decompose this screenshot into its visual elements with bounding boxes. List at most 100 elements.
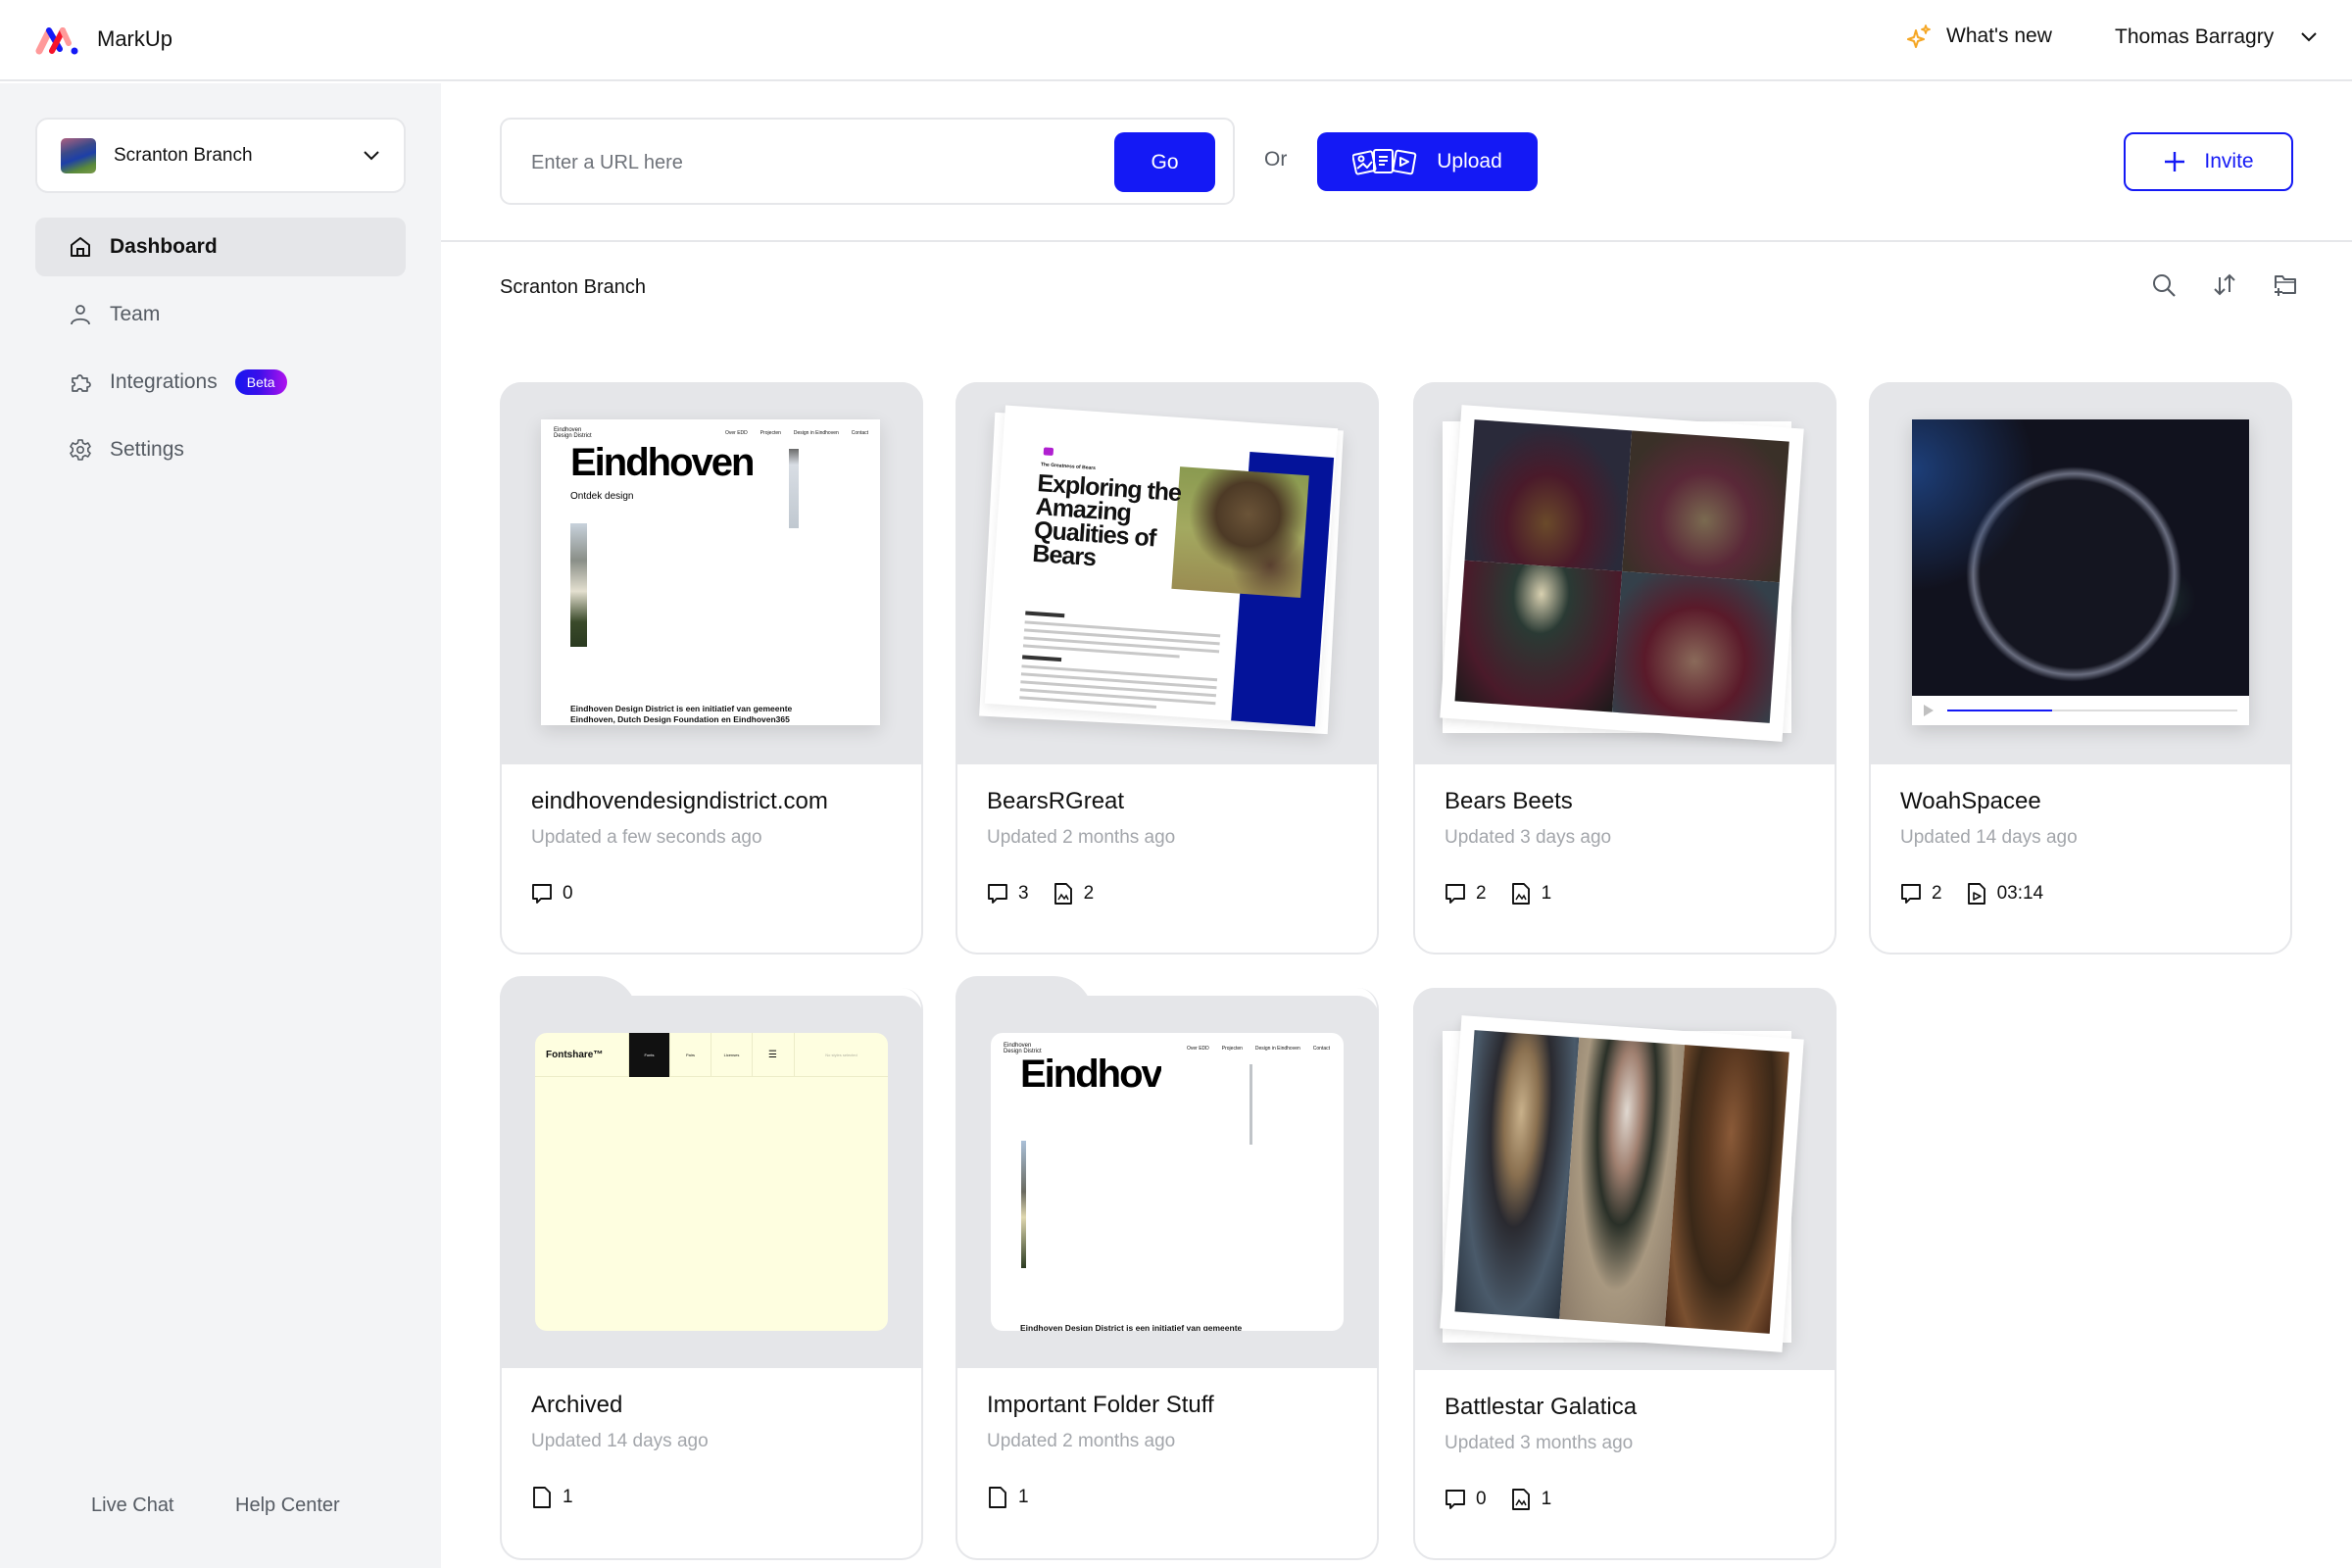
comment-icon — [1445, 882, 1466, 906]
image-file-icon — [1510, 882, 1532, 906]
whats-new-link[interactable]: What's new — [1907, 24, 2052, 49]
divider — [441, 240, 2352, 242]
app-name: MarkUp — [97, 26, 173, 51]
sort-icon[interactable] — [2212, 272, 2237, 298]
comment-count: 3 — [1018, 883, 1029, 904]
card-stats: 0 — [531, 882, 573, 906]
card-updated: Updated 2 months ago — [987, 1431, 1176, 1451]
card-thumbnail — [1413, 988, 1837, 1370]
sidebar-item-dashboard[interactable]: Dashboard — [35, 218, 406, 276]
card-title: BearsRGreat — [987, 788, 1125, 814]
sidebar-item-settings[interactable]: Settings — [35, 420, 406, 479]
workspace-name: Scranton Branch — [114, 144, 253, 166]
card-stats: 2 03:14 — [1900, 882, 2043, 906]
chevron-down-icon — [2301, 32, 2317, 42]
puzzle-icon — [72, 374, 91, 392]
website-preview: Eindhoven Design District Over EDD Project… — [541, 419, 880, 725]
workspace-selector[interactable]: Scranton Branch — [35, 118, 406, 193]
new-folder-icon[interactable] — [2273, 272, 2298, 298]
beta-badge: Beta — [234, 369, 287, 395]
comment-count: 0 — [1476, 1489, 1487, 1509]
card-woahspacee[interactable]: WoahSpacee Updated 14 days ago 2 03:14 — [1869, 382, 2292, 955]
card-battlestar-galatica[interactable]: Battlestar Galatica Updated 3 months ago… — [1413, 988, 1837, 1560]
upload-button[interactable]: Upload — [1317, 132, 1538, 191]
card-thumbnail: Fontshare™ Fonts Pairs Licenses ☰ No sty… — [500, 996, 923, 1368]
card-thumbnail — [1869, 382, 2292, 764]
section-title: Scranton Branch — [500, 276, 646, 298]
sidebar: Scranton Branch Dashboard Team Integrati… — [0, 83, 441, 1568]
card-updated: Updated 14 days ago — [531, 1431, 709, 1451]
file-icon — [531, 1486, 553, 1509]
card-thumbnail: The Greatness of Bears Exploring the Ama… — [956, 382, 1379, 764]
card-stats: 2 1 — [1445, 882, 1551, 906]
sparkle-icon — [1907, 24, 1931, 48]
card-stats: 1 — [531, 1486, 573, 1509]
card-thumbnail — [1413, 382, 1837, 764]
sidebar-nav: Dashboard Team Integrations Beta Setting… — [35, 218, 406, 488]
card-stats: 0 1 — [1445, 1488, 1551, 1511]
upload-media-icon — [1352, 149, 1417, 175]
sidebar-item-label: Team — [110, 303, 161, 325]
video-duration: 03:14 — [1996, 883, 2044, 904]
or-label: Or — [1264, 148, 1288, 171]
file-count: 1 — [563, 1487, 573, 1507]
upload-label: Upload — [1437, 150, 1502, 172]
url-input-box: Go — [500, 118, 1235, 205]
video-progress-fill — [1947, 710, 2052, 711]
card-bears-beets[interactable]: Bears Beets Updated 3 days ago 2 1 — [1413, 382, 1837, 955]
sidebar-item-team[interactable]: Team — [35, 285, 406, 344]
image-count: 2 — [1083, 883, 1095, 904]
sidebar-item-integrations[interactable]: Integrations Beta — [35, 353, 406, 412]
card-updated: Updated 2 months ago — [987, 827, 1176, 848]
file-icon — [987, 1486, 1008, 1509]
url-input[interactable] — [531, 143, 1080, 182]
comment-count: 2 — [1476, 883, 1487, 904]
card-title: WoahSpacee — [1900, 788, 2041, 814]
card-eindhovendesigndistrict[interactable]: Eindhoven Design District Over EDD Project… — [500, 382, 923, 955]
image-preview — [1440, 1015, 1804, 1352]
section-tools — [2151, 272, 2298, 298]
card-thumbnail: Eindhoven Design District Over EDD Project… — [500, 382, 923, 764]
comment-icon — [1445, 1488, 1466, 1511]
markup-logo-icon[interactable] — [35, 25, 80, 55]
card-stats: 3 2 — [987, 882, 1094, 906]
sidebar-item-label: Dashboard — [110, 235, 218, 258]
play-icon[interactable] — [1924, 705, 1934, 716]
search-icon[interactable] — [2151, 272, 2177, 298]
card-title: Archived — [531, 1392, 623, 1418]
sidebar-item-label: Settings — [110, 438, 184, 461]
home-icon — [71, 237, 90, 257]
live-chat-link[interactable]: Live Chat — [91, 1494, 174, 1517]
sidebar-item-label: Integrations — [110, 370, 218, 393]
video-file-icon — [1966, 882, 1987, 906]
card-folder-archived[interactable]: Fontshare™ Fonts Pairs Licenses ☰ No sty… — [500, 976, 923, 1560]
comment-icon — [1900, 882, 1922, 906]
card-updated: Updated 14 days ago — [1900, 827, 2078, 848]
card-bearsrgreat[interactable]: The Greatness of Bears Exploring the Ama… — [956, 382, 1379, 955]
image-count: 1 — [1541, 1489, 1552, 1509]
card-updated: Updated 3 days ago — [1445, 827, 1612, 848]
help-center-link[interactable]: Help Center — [235, 1494, 340, 1517]
card-thumbnail: Eindhoven Design District Over EDD Project… — [956, 996, 1379, 1368]
card-stats: 1 — [987, 1486, 1029, 1509]
go-button[interactable]: Go — [1114, 132, 1215, 192]
document-preview: The Greatness of Bears Exploring the Ama… — [984, 405, 1339, 727]
image-count: 1 — [1541, 883, 1552, 904]
video-progress-track[interactable] — [1947, 710, 2237, 711]
video-preview — [1912, 419, 2249, 725]
image-file-icon — [1053, 882, 1074, 906]
image-preview — [1440, 405, 1804, 742]
comment-count: 0 — [563, 883, 573, 904]
comment-count: 2 — [1932, 883, 1942, 904]
invite-button[interactable]: Invite — [2124, 132, 2293, 191]
comment-icon — [531, 882, 553, 906]
card-title: Bears Beets — [1445, 788, 1573, 814]
user-name: Thomas Barragry — [2115, 25, 2275, 48]
card-folder-important[interactable]: Eindhoven Design District Over EDD Project… — [956, 976, 1379, 1560]
card-title: Battlestar Galatica — [1445, 1394, 1638, 1420]
whats-new-label: What's new — [1946, 24, 2052, 47]
chevron-down-icon — [364, 150, 379, 160]
website-preview: Eindhoven Design District Over EDD Project… — [991, 1033, 1344, 1331]
user-menu[interactable]: Thomas Barragry — [2115, 25, 2319, 49]
invite-label: Invite — [2204, 150, 2254, 172]
